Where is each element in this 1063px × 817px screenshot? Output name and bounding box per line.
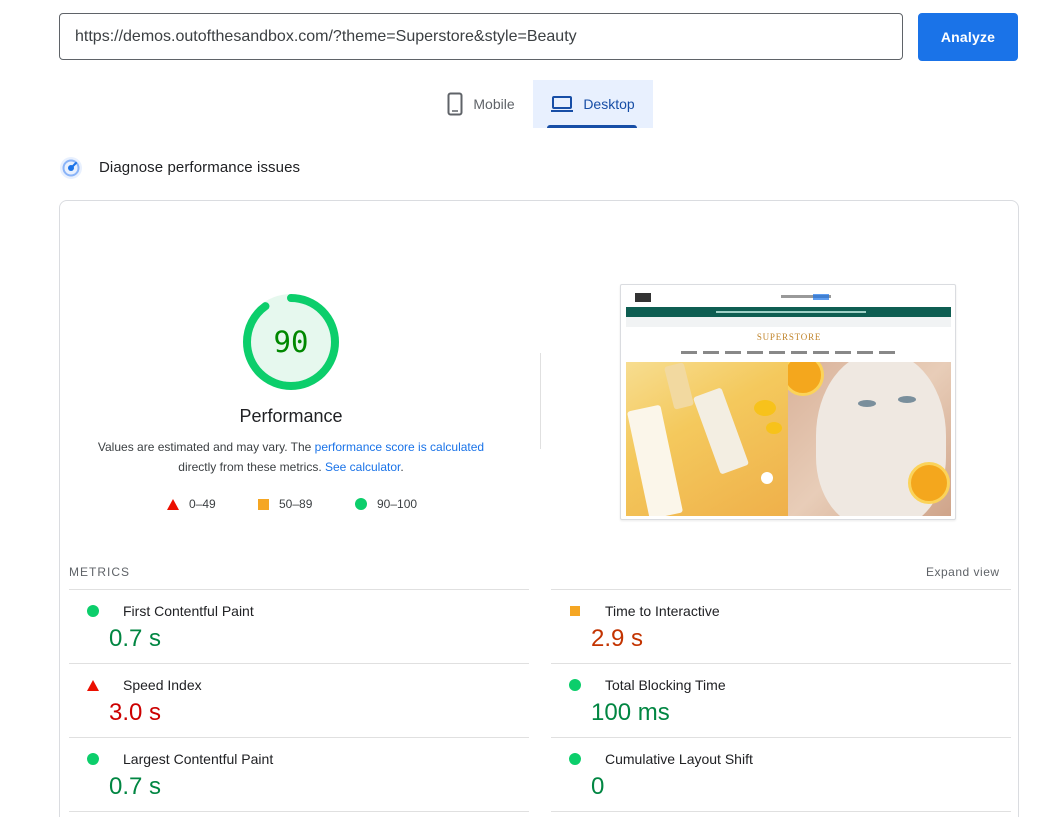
metrics-divider <box>551 663 1011 664</box>
thumb-model-image <box>788 362 951 516</box>
tab-mobile[interactable]: Mobile <box>430 80 532 128</box>
metric-first-contentful-paint: First Contentful Paint 0.7 s <box>69 603 509 653</box>
metric-name: Largest Contentful Paint <box>123 751 274 767</box>
metric-value: 2.9 s <box>591 625 644 652</box>
metric-name: First Contentful Paint <box>123 603 254 619</box>
score-desc-text: Values are estimated and may vary. The <box>97 440 315 454</box>
metric-name: Total Blocking Time <box>605 677 726 693</box>
circle-icon <box>355 498 367 510</box>
thumb-brand: SUPERSTORE <box>756 332 822 342</box>
pass-circle-icon <box>569 679 581 691</box>
score-value: 90 <box>273 325 309 359</box>
metrics-divider <box>551 811 1011 812</box>
score-desc-suffix: . <box>400 460 404 474</box>
metrics-divider <box>551 589 1011 590</box>
metric-value: 100 ms <box>591 699 670 726</box>
expand-view-button[interactable]: Expand view <box>926 565 1000 579</box>
triangle-icon <box>167 498 179 510</box>
metrics-heading: METRICS <box>69 565 130 579</box>
metrics-divider <box>69 589 529 590</box>
page-screenshot-thumbnail[interactable]: SUPERSTORE <box>620 284 956 520</box>
metric-value: 3.0 s <box>109 699 162 726</box>
legend-average-range: 50–89 <box>279 497 313 511</box>
metric-value: 0 <box>591 773 605 800</box>
see-calculator-link[interactable]: See calculator <box>325 460 400 474</box>
analyze-button[interactable]: Analyze <box>918 13 1018 61</box>
metric-name: Speed Index <box>123 677 202 693</box>
metric-speed-index: Speed Index 3.0 s <box>69 677 509 727</box>
url-input[interactable] <box>59 13 903 60</box>
metric-cumulative-layout-shift: Cumulative Layout Shift 0 <box>551 751 991 801</box>
performance-card: 90 Performance Values are estimated and … <box>59 200 1019 817</box>
score-label: Performance <box>239 406 343 426</box>
metric-name: Cumulative Layout Shift <box>605 751 753 767</box>
legend-pass-range: 90–100 <box>377 497 418 511</box>
tab-desktop[interactable]: Desktop <box>533 80 653 128</box>
diagnose-title: Diagnose performance issues <box>99 159 301 176</box>
fail-triangle-icon <box>87 679 99 691</box>
thumb-subbar <box>626 317 951 327</box>
legend-average: 50–89 <box>258 497 312 511</box>
pass-circle-icon <box>87 753 99 765</box>
metric-name: Time to Interactive <box>605 603 720 619</box>
legend-fail: 0–49 <box>167 497 216 511</box>
square-icon <box>258 498 269 510</box>
thumb-nav <box>681 351 896 354</box>
laptop-icon <box>551 96 574 112</box>
metrics-divider <box>69 811 529 812</box>
tab-desktop-label: Desktop <box>583 96 635 112</box>
thumb-device-icons <box>813 294 829 300</box>
score-desc-text-2: directly from these metrics. <box>178 460 325 474</box>
metric-largest-contentful-paint: Largest Contentful Paint 0.7 s <box>69 751 509 801</box>
score-description: Values are estimated and may vary. The p… <box>81 437 501 477</box>
tab-mobile-label: Mobile <box>473 96 515 112</box>
average-square-icon <box>570 606 580 616</box>
metric-value: 0.7 s <box>109 773 162 800</box>
metric-total-blocking-time: Total Blocking Time 100 ms <box>551 677 991 727</box>
smartphone-icon <box>447 92 463 116</box>
pass-circle-icon <box>87 605 99 617</box>
pass-circle-icon <box>569 753 581 765</box>
metric-time-to-interactive: Time to Interactive 2.9 s <box>551 603 991 653</box>
thumb-banner <box>626 307 951 317</box>
thumb-logo <box>635 293 651 302</box>
divider <box>540 353 541 449</box>
legend-pass: 90–100 <box>355 497 417 511</box>
metrics-divider <box>69 663 529 664</box>
thumb-product-image <box>626 362 788 516</box>
gauge-icon <box>59 156 83 180</box>
score-calculated-link[interactable]: performance score is calculated <box>315 440 484 454</box>
metrics-divider <box>551 737 1011 738</box>
metric-value: 0.7 s <box>109 625 162 652</box>
legend-fail-range: 0–49 <box>189 497 216 511</box>
metrics-divider <box>69 737 529 738</box>
